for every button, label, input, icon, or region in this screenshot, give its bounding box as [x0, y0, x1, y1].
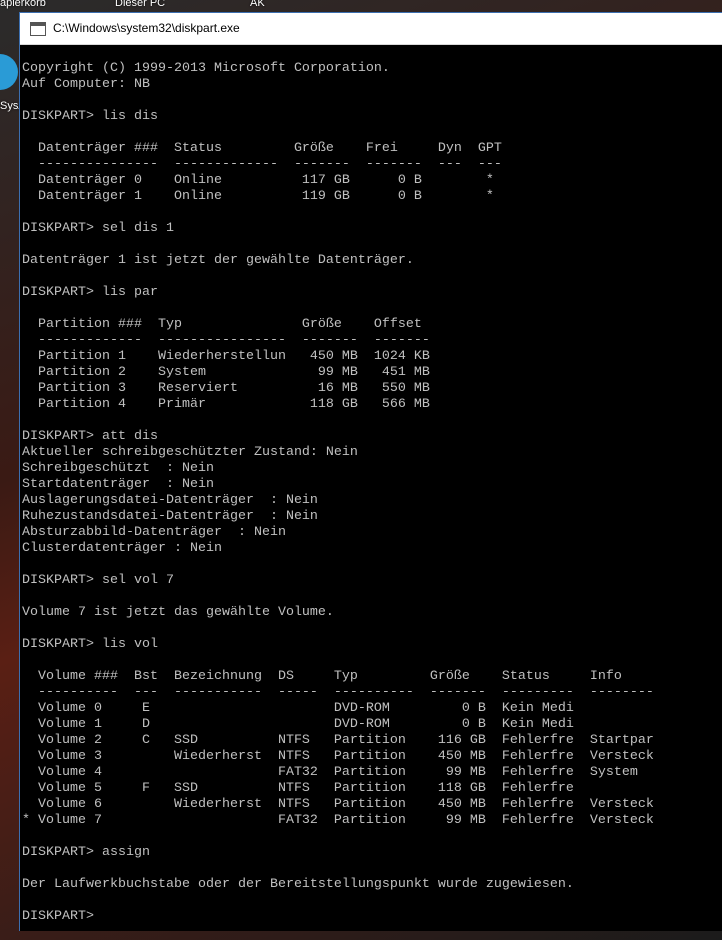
- console-line: Volume 3 Wiederherst NTFS Partition 450 …: [22, 749, 654, 764]
- console-line: Partition 1 Wiederherstellun 450 MB 1024…: [22, 349, 430, 364]
- console-line: Partition 2 System 99 MB 451 MB: [22, 365, 430, 380]
- console-line: Volume 5 F SSD NTFS Partition 118 GB Feh…: [22, 781, 574, 796]
- console-line: Datenträger ### Status Größe Frei Dyn GP…: [22, 141, 502, 156]
- console-line: DISKPART>: [22, 909, 102, 924]
- console-line: Partition 4 Primär 118 GB 566 MB: [22, 397, 430, 412]
- console-line: Partition ### Typ Größe Offset: [22, 317, 422, 332]
- console-line: ---------- --- ----------- ----- -------…: [22, 685, 654, 700]
- window-title: C:\Windows\system32\diskpart.exe: [53, 21, 240, 35]
- console-line: Datenträger 1 ist jetzt der gewählte Dat…: [22, 253, 414, 268]
- console-line: Ruhezustandsdatei-Datenträger : Nein: [22, 509, 318, 524]
- desktop-icon-label-recycle-bin[interactable]: apierkorb: [0, 0, 46, 9]
- console-window[interactable]: C:\Windows\system32\diskpart.exe Copyrig…: [19, 12, 722, 931]
- console-line: DISKPART> lis par: [22, 285, 158, 300]
- console-line: DISKPART> assign: [22, 845, 150, 860]
- console-line: DISKPART> sel vol 7: [22, 573, 174, 588]
- console-output[interactable]: Copyright (C) 1999-2013 Microsoft Corpor…: [22, 61, 722, 925]
- console-window-icon: [30, 22, 46, 36]
- console-line: Datenträger 1 Online 119 GB 0 B *: [22, 189, 494, 204]
- desktop-app-icon[interactable]: [0, 54, 18, 90]
- console-line: Der Laufwerkbuchstabe oder der Bereitste…: [22, 877, 574, 892]
- console-line: Partition 3 Reserviert 16 MB 550 MB: [22, 381, 430, 396]
- console-line: Volume 7 ist jetzt das gewählte Volume.: [22, 605, 334, 620]
- desktop-icon-label-ak[interactable]: AK: [250, 0, 265, 9]
- console-line: Absturzabbild-Datenträger : Nein: [22, 525, 286, 540]
- console-line: Aktueller schreibgeschützter Zustand: Ne…: [22, 445, 358, 460]
- console-line: Auslagerungsdatei-Datenträger : Nein: [22, 493, 318, 508]
- console-line: --------------- ------------- ------- --…: [22, 157, 502, 172]
- console-line: Startdatenträger : Nein: [22, 477, 214, 492]
- console-line: Schreibgeschützt : Nein: [22, 461, 214, 476]
- console-line: Volume 6 Wiederherst NTFS Partition 450 …: [22, 797, 654, 812]
- console-line: DISKPART> lis vol: [22, 637, 158, 652]
- console-line: Volume 0 E DVD-ROM 0 B Kein Medi: [22, 701, 574, 716]
- console-line: Volume 4 FAT32 Partition 99 MB Fehlerfre…: [22, 765, 638, 780]
- console-line: DISKPART> att dis: [22, 429, 158, 444]
- console-line: Copyright (C) 1999-2013 Microsoft Corpor…: [22, 61, 390, 76]
- console-line: Volume 1 D DVD-ROM 0 B Kein Medi: [22, 717, 574, 732]
- console-line: * Volume 7 FAT32 Partition 99 MB Fehlerf…: [22, 813, 654, 828]
- console-line: DISKPART> sel dis 1: [22, 221, 174, 236]
- desktop-icon-label-this-pc[interactable]: Dieser PC: [115, 0, 165, 9]
- console-line: Volume 2 C SSD NTFS Partition 116 GB Feh…: [22, 733, 654, 748]
- console-line: Datenträger 0 Online 117 GB 0 B *: [22, 173, 494, 188]
- console-line: Clusterdatenträger : Nein: [22, 541, 222, 556]
- console-line: Volume ### Bst Bezeichnung DS Typ Größe …: [22, 669, 622, 684]
- console-line: Auf Computer: NB: [22, 77, 150, 92]
- console-line: DISKPART> lis dis: [22, 109, 158, 124]
- window-titlebar[interactable]: C:\Windows\system32\diskpart.exe: [20, 13, 722, 45]
- console-line: ------------- ---------------- ------- -…: [22, 333, 430, 348]
